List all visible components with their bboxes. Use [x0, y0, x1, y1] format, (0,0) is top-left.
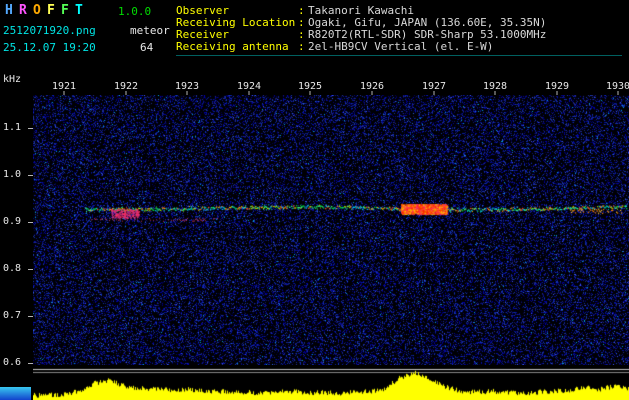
- logo-letter: T: [75, 3, 89, 18]
- echo-count: 64: [140, 41, 153, 54]
- y-axis-unit: kHz: [3, 74, 21, 85]
- freq-label: 0.7: [3, 310, 21, 321]
- signal-level-canvas: [33, 365, 629, 400]
- freq-label: 0.9: [3, 216, 21, 227]
- logo-letter: F: [61, 3, 75, 18]
- app-version: 1.0.0: [118, 5, 151, 18]
- logo-letter: H: [5, 3, 19, 18]
- freq-label: 0.8: [3, 263, 21, 274]
- observation-mode: meteor: [130, 24, 170, 37]
- info-value-antenna: 2el-HB9CV Vertical (el. E-W): [308, 40, 493, 53]
- logo-letter: R: [19, 3, 33, 18]
- info-colon: :: [298, 40, 305, 53]
- logo-letter: O: [33, 3, 47, 18]
- observation-datetime: 25.12.07 19:20: [3, 41, 96, 54]
- freq-label: 1.0: [3, 169, 21, 180]
- logo-letter: F: [47, 3, 61, 18]
- info-label-antenna: Receiving antenna: [176, 40, 289, 53]
- hrofft-window: HROFFT 1.0.0 2512071920.png meteor 25.12…: [0, 0, 629, 400]
- corner-level-block: [0, 387, 31, 400]
- freq-label: 1.1: [3, 122, 21, 133]
- freq-label: 0.6: [3, 357, 21, 368]
- header-underline: [176, 55, 622, 56]
- app-title: HROFFT: [5, 3, 89, 18]
- output-filename: 2512071920.png: [3, 24, 96, 37]
- spectrogram-canvas: [33, 95, 629, 365]
